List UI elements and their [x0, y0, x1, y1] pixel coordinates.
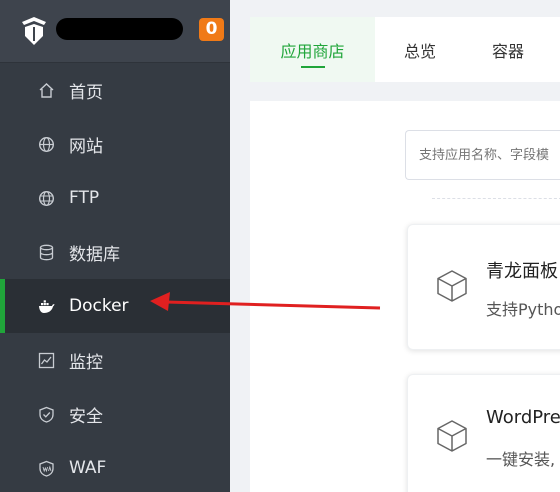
sidebar-item-monitor[interactable]: 监控 [0, 333, 230, 387]
cube-icon [437, 270, 467, 302]
tab-overview[interactable]: 总览 [375, 17, 465, 82]
sidebar-item-label: 数据库 [69, 244, 120, 265]
sidebar-item-label: 安全 [69, 406, 103, 427]
search-input[interactable] [405, 130, 560, 180]
sidebar-item-ftp[interactable]: FTP [0, 171, 230, 225]
redacted-server-name [56, 18, 183, 40]
sidebar-item-website[interactable]: 网站 [0, 117, 230, 171]
tab-containers[interactable]: 容器 [468, 17, 548, 82]
app-title: WordPress [486, 407, 560, 428]
cube-icon [437, 420, 467, 452]
app-store-panel: 青龙面板 支持Python WordPress 一键安装, [250, 101, 560, 492]
notification-badge[interactable]: 0 [199, 18, 224, 41]
app-card[interactable]: WordPress 一键安装, [407, 374, 560, 492]
sidebar-item-label: Docker [69, 296, 129, 316]
sidebar-header: 0 [0, 0, 230, 63]
app-description: 支持Python [486, 300, 560, 319]
ftp-globe-icon [38, 190, 55, 207]
sidebar-nav: 首页 网站 FTP 数据库 Docker 监控 安全 WAF [0, 63, 230, 492]
sidebar-item-label: 监控 [69, 352, 103, 373]
app-card[interactable]: 青龙面板 支持Python [407, 224, 560, 350]
tab-app-store[interactable]: 应用商店 [250, 17, 375, 82]
sidebar-item-label: 网站 [69, 136, 103, 157]
sidebar-item-home[interactable]: 首页 [0, 63, 230, 117]
database-icon [38, 244, 55, 261]
shield-icon [38, 406, 55, 423]
sidebar-item-label: WAF [69, 458, 107, 478]
sidebar-item-label: 首页 [69, 82, 103, 103]
sidebar-item-database[interactable]: 数据库 [0, 225, 230, 279]
logo-icon [22, 17, 46, 45]
sidebar-item-docker[interactable]: Docker [0, 279, 230, 333]
sidebar: 0 首页 网站 FTP 数据库 Docker 监控 安全 WAF [0, 0, 230, 492]
divider [432, 198, 560, 199]
waf-shield-icon [38, 460, 55, 477]
sidebar-item-security[interactable]: 安全 [0, 387, 230, 441]
docker-icon [38, 298, 55, 315]
sidebar-item-waf[interactable]: WAF [0, 441, 230, 492]
tab-bar: 应用商店 总览 容器 [250, 17, 560, 82]
app-title: 青龙面板 [486, 261, 558, 282]
sidebar-item-label: FTP [69, 188, 100, 208]
app-description: 一键安装, [486, 450, 556, 469]
monitor-icon [38, 352, 55, 369]
globe-icon [38, 136, 55, 153]
home-icon [38, 82, 55, 99]
